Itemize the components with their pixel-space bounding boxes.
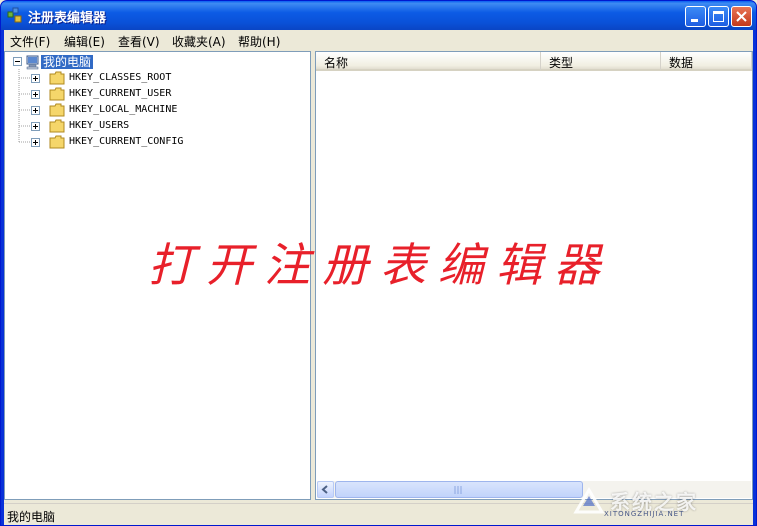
- minimize-button[interactable]: [685, 6, 706, 27]
- menu-bar: 文件(F) 编辑(E) 查看(V) 收藏夹(A) 帮助(H): [4, 30, 753, 50]
- status-text: 我的电脑: [7, 510, 56, 524]
- annotation-caption: 打开注册表编辑器: [148, 238, 612, 292]
- menu-edit[interactable]: 编辑(E): [64, 33, 105, 50]
- close-button[interactable]: [731, 6, 752, 27]
- tree-item-hkcu[interactable]: HKEY_CURRENT_USER: [5, 86, 305, 102]
- scroll-left-button[interactable]: [317, 481, 334, 498]
- window-title: 注册表编辑器: [28, 11, 107, 26]
- scroll-thumb[interactable]: [335, 481, 583, 498]
- tree-item-label: HKEY_CURRENT_USER: [69, 88, 172, 99]
- title-bar[interactable]: 注册表编辑器: [1, 1, 756, 30]
- column-header-type[interactable]: 类型: [541, 52, 661, 71]
- column-header-name[interactable]: 名称: [316, 52, 541, 71]
- expand-icon[interactable]: [31, 106, 40, 115]
- tree-item-hku[interactable]: HKEY_USERS: [5, 118, 305, 134]
- expand-icon[interactable]: [31, 122, 40, 131]
- grip-icon: [454, 486, 462, 494]
- tree-item-label: HKEY_CURRENT_CONFIG: [69, 136, 184, 147]
- tree-item-hklm[interactable]: HKEY_LOCAL_MACHINE: [5, 102, 305, 118]
- site-watermark: 系统之家 XITONGZHIJIA.NET: [568, 482, 748, 522]
- folder-icon: [49, 103, 65, 117]
- menu-view[interactable]: 查看(V): [118, 33, 160, 50]
- folder-icon: [49, 135, 65, 149]
- tree-root-label[interactable]: 我的电脑: [41, 55, 94, 69]
- close-icon: [736, 11, 747, 22]
- chevron-left-icon: [321, 485, 328, 494]
- tree-item-hkcr[interactable]: HKEY_CLASSES_ROOT: [5, 70, 305, 86]
- minimize-icon: [691, 19, 698, 22]
- tree-item-hkcc[interactable]: HKEY_CURRENT_CONFIG: [5, 134, 305, 150]
- tree-item-label: HKEY_USERS: [69, 120, 130, 131]
- collapse-icon[interactable]: [13, 57, 22, 66]
- tree-item-label: HKEY_LOCAL_MACHINE: [69, 104, 178, 115]
- maximize-icon: [713, 11, 724, 22]
- expand-icon[interactable]: [31, 74, 40, 83]
- column-header-data[interactable]: 数据: [661, 52, 752, 71]
- watermark-logo-icon: [573, 487, 605, 514]
- folder-icon: [49, 71, 65, 85]
- expand-icon[interactable]: [31, 90, 40, 99]
- menu-favorites[interactable]: 收藏夹(A): [172, 33, 226, 50]
- tree-root-row[interactable]: 我的电脑: [5, 54, 305, 70]
- tree-item-label: HKEY_CLASSES_ROOT: [69, 72, 172, 83]
- regedit-app-icon: [7, 7, 22, 23]
- expand-icon[interactable]: [31, 138, 40, 147]
- folder-icon: [49, 87, 65, 101]
- menu-file[interactable]: 文件(F): [10, 33, 50, 50]
- menu-help[interactable]: 帮助(H): [238, 33, 280, 50]
- computer-icon: [26, 55, 39, 70]
- folder-icon: [49, 119, 65, 133]
- registry-editor-window: 注册表编辑器 文件(F) 编辑(E) 查看(V) 收藏夹(A) 帮助(H) 我的…: [0, 0, 757, 526]
- watermark-subtext: XITONGZHIJIA.NET: [604, 510, 685, 518]
- maximize-button[interactable]: [708, 6, 729, 27]
